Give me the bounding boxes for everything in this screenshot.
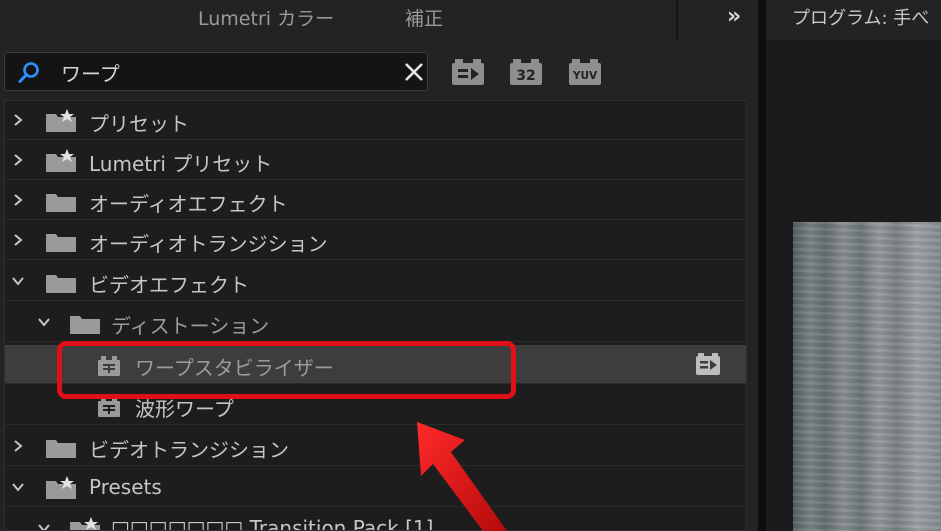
folder-icon — [46, 440, 76, 458]
effects-tree: プリセット Lumetri プリセット オーディオエフェクト オーディオトランジ… — [4, 100, 747, 531]
accelerated-effects-icon — [696, 353, 720, 375]
preset-folder-icon — [46, 149, 76, 172]
tree-item-presets-en[interactable]: Presets — [5, 468, 746, 507]
clear-search-icon[interactable] — [403, 61, 425, 83]
chevron-right-icon[interactable] — [11, 153, 25, 167]
folder-icon — [46, 234, 76, 252]
preset-folder-icon — [46, 476, 76, 499]
tree-item-transition-pack[interactable]: □□□□□□□ Transition Pack [1] — [5, 509, 746, 531]
32bit-filter-icon[interactable]: 32 — [509, 58, 543, 86]
effect-icon — [98, 397, 120, 417]
effects-search-box[interactable] — [4, 52, 428, 91]
chevron-down-icon[interactable] — [37, 521, 51, 531]
tree-item-label: オーディオトランジション — [89, 232, 328, 256]
svg-text:YUV: YUV — [572, 70, 598, 82]
tree-item-label: □□□□□□□ Transition Pack [1] — [111, 516, 434, 531]
chevron-right-icon[interactable] — [11, 193, 25, 207]
tree-item-video-effects[interactable]: ビデオエフェクト — [5, 262, 746, 301]
panel-separator[interactable] — [758, 0, 766, 531]
tree-item-label: ディストーション — [111, 314, 270, 338]
tree-item-label: Presets — [89, 475, 162, 499]
search-icon — [18, 62, 39, 83]
tree-item-presets[interactable]: プリセット — [5, 101, 746, 140]
annotation-arrow-icon — [417, 422, 507, 531]
tree-item-label: Lumetri プリセット — [89, 152, 273, 176]
chevron-down-icon[interactable] — [11, 480, 25, 494]
tree-item-distortion[interactable]: ディストーション — [5, 303, 746, 342]
search-input[interactable] — [61, 57, 381, 87]
yuv-filter-icon[interactable]: YUV — [568, 58, 602, 86]
tree-item-label: オーディオエフェクト — [89, 192, 288, 216]
tree-item-label: ビデオエフェクト — [89, 273, 249, 297]
tab-lumetri-color[interactable]: Lumetri カラー — [198, 4, 334, 31]
highlight-box — [57, 341, 516, 399]
folder-icon — [70, 316, 100, 334]
tree-item-audio-transitions[interactable]: オーディオトランジション — [5, 221, 746, 260]
accelerated-effects-filter-icon[interactable] — [451, 58, 485, 86]
folder-icon — [46, 275, 76, 293]
program-monitor-title[interactable]: プログラム: 手べ — [792, 4, 929, 30]
tree-item-label: プリセット — [89, 112, 189, 136]
chevron-right-icon[interactable] — [11, 233, 25, 247]
folder-icon — [46, 194, 76, 212]
chevron-right-icon[interactable] — [11, 113, 25, 127]
tree-item-label: ビデオトランジション — [89, 438, 289, 462]
preset-folder-icon — [70, 517, 100, 530]
chevron-down-icon[interactable] — [11, 274, 25, 288]
tree-item-video-transitions[interactable]: ビデオトランジション — [5, 427, 746, 466]
video-preview-frame — [793, 222, 941, 531]
preset-folder-icon — [46, 109, 76, 132]
svg-text:32: 32 — [516, 68, 535, 84]
effects-tab-bar: Lumetri カラー 補正 » — [0, 0, 760, 40]
tree-item-lumetri-presets[interactable]: Lumetri プリセット — [5, 141, 746, 180]
tree-item-audio-effects[interactable]: オーディオエフェクト — [5, 181, 746, 220]
overflow-menu-icon[interactable]: » — [727, 4, 741, 29]
tab-correction[interactable]: 補正 — [405, 4, 443, 31]
chevron-right-icon[interactable] — [11, 439, 25, 453]
chevron-down-icon[interactable] — [37, 315, 51, 329]
tab-divider — [676, 0, 678, 40]
